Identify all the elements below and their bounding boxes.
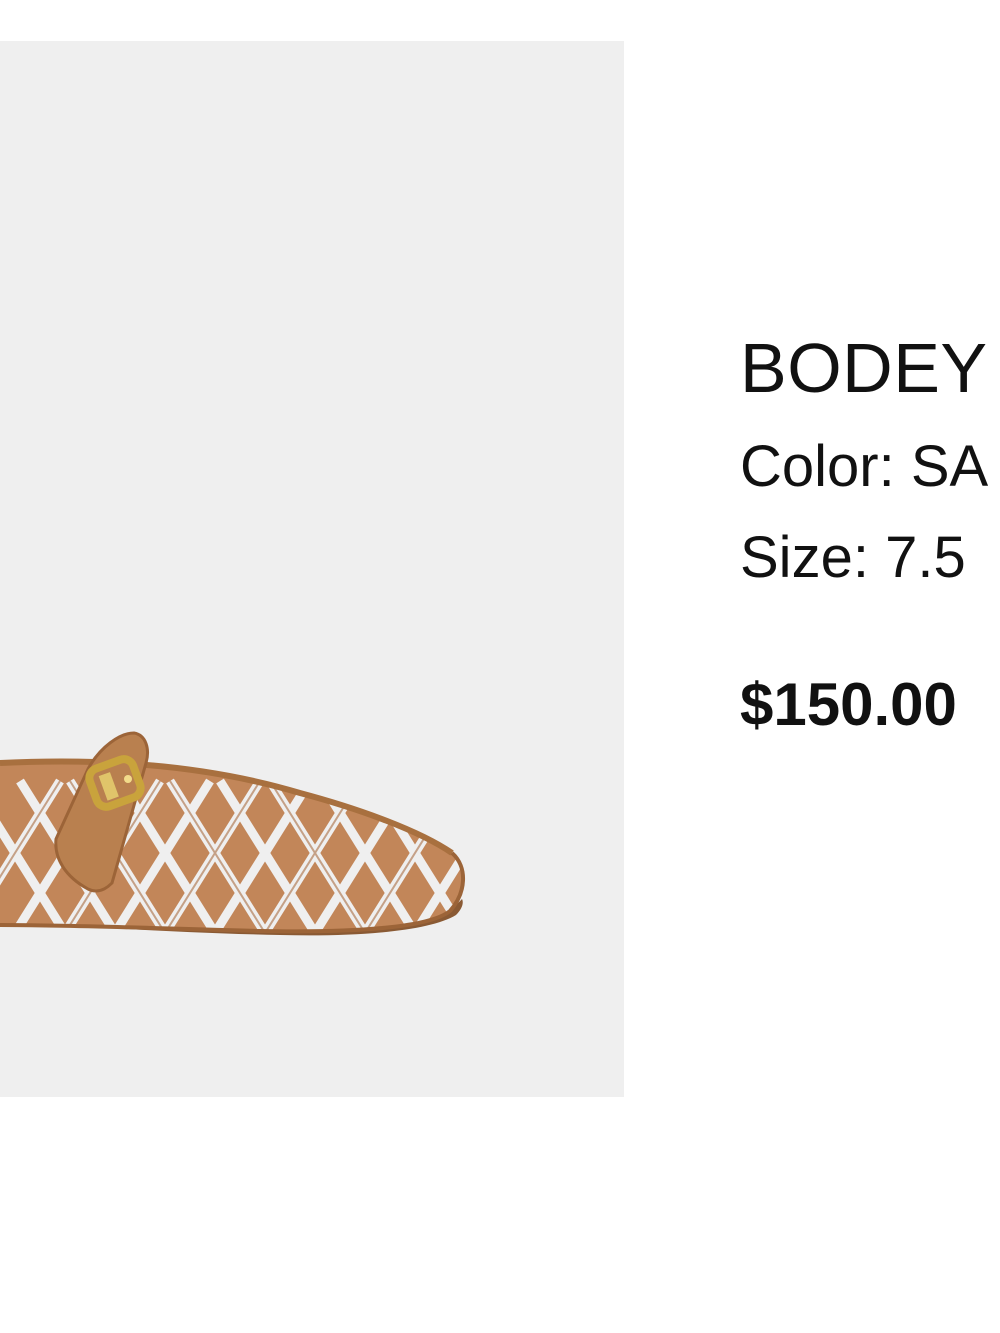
product-image[interactable] bbox=[0, 41, 624, 1097]
product-details: BODEY Color: SA Size: 7.5 $150.00 bbox=[740, 0, 1000, 1333]
shoe-illustration bbox=[0, 731, 466, 936]
size-label: Size: bbox=[740, 525, 869, 590]
product-price: $150.00 bbox=[740, 671, 957, 738]
size-value: 7.5 bbox=[885, 525, 966, 590]
product-color: Color: SA bbox=[740, 434, 988, 500]
product-name: BODEY bbox=[740, 329, 988, 407]
color-label: Color: bbox=[740, 434, 895, 499]
color-value: SA bbox=[910, 434, 989, 499]
product-size: Size: 7.5 bbox=[740, 525, 966, 591]
